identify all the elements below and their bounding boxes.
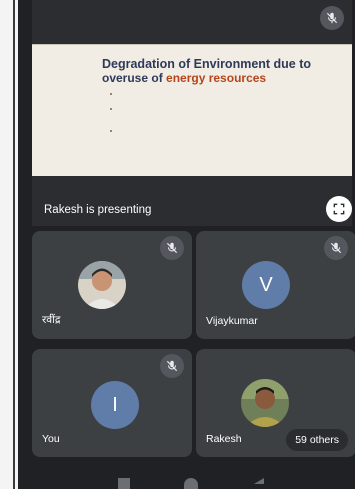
others-count-chip[interactable]: 59 others <box>286 429 348 451</box>
participant-name: Vijaykumar <box>206 315 258 327</box>
slide-title: Degradation of Environment due to <box>102 57 312 71</box>
slide-subtitle: overuse of energy resources <box>102 71 267 85</box>
participant-name: Rakesh <box>206 433 242 445</box>
avatar <box>78 261 126 309</box>
slide-bullet <box>110 91 340 104</box>
left-margin <box>0 0 18 489</box>
fullscreen-button[interactable] <box>326 196 352 222</box>
recents-icon[interactable] <box>118 478 130 489</box>
participant-tile[interactable]: I You <box>32 349 192 457</box>
shared-slide[interactable]: Degradation of Environment due to overus… <box>32 44 352 176</box>
presenting-label: Rakesh is presenting <box>44 204 152 216</box>
slide-bullets <box>110 91 340 150</box>
participant-tile[interactable]: V Vijaykumar <box>196 231 356 339</box>
participant-name: You <box>42 433 60 445</box>
avatar: I <box>91 381 139 429</box>
presentation-header <box>32 0 352 44</box>
home-icon[interactable] <box>184 478 198 489</box>
meet-call-screen: Degradation of Environment due to overus… <box>18 0 361 489</box>
participant-tile[interactable]: रवींद्र <box>32 231 192 339</box>
mic-off-icon <box>160 236 184 260</box>
presenting-bar: Rakesh is presenting <box>32 176 352 226</box>
participant-name: रवींद्र <box>42 314 61 326</box>
avatar: V <box>242 261 290 309</box>
mic-off-icon <box>324 236 348 260</box>
right-margin <box>355 0 361 489</box>
avatar <box>241 379 289 427</box>
slide-bullet <box>110 107 340 126</box>
participant-tile[interactable]: Rakesh 59 others <box>196 349 356 457</box>
system-nav-bar <box>18 468 361 489</box>
back-icon[interactable] <box>254 478 264 484</box>
mic-off-icon <box>160 354 184 378</box>
fullscreen-icon <box>333 203 345 215</box>
mic-off-icon <box>320 6 344 30</box>
slide-bullet <box>110 128 340 147</box>
